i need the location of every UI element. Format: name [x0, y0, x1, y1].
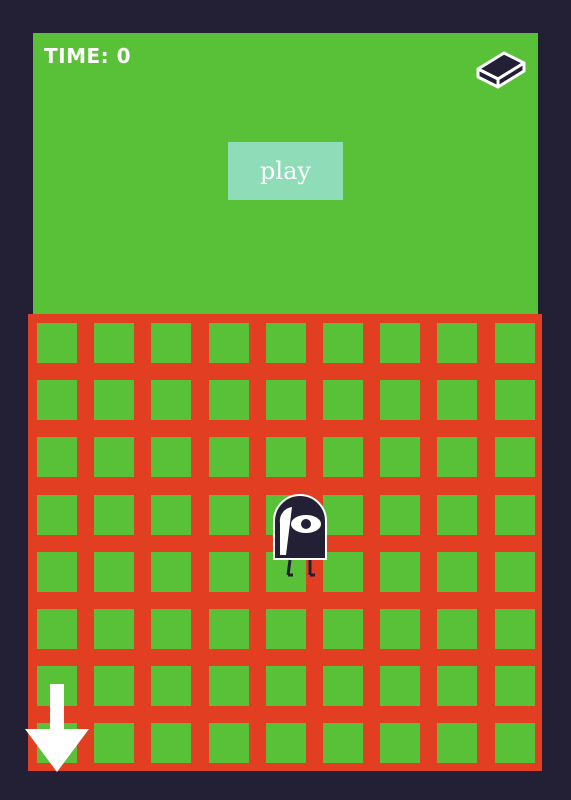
grid-cell[interactable] [265, 323, 306, 363]
grid-cell[interactable] [94, 494, 135, 535]
grid-cell[interactable] [437, 323, 478, 363]
grid-cell[interactable] [151, 494, 192, 535]
grid-cell[interactable] [37, 380, 77, 421]
grid-cell[interactable] [437, 380, 478, 421]
grid-cell[interactable] [380, 551, 421, 592]
grid-cell[interactable] [208, 723, 249, 764]
grid-cell[interactable] [94, 437, 135, 478]
play-button[interactable]: play [228, 142, 343, 200]
grid-cell[interactable] [94, 380, 135, 421]
grid-cell[interactable] [37, 437, 77, 478]
grid-cell[interactable] [37, 494, 77, 535]
grid-cell[interactable] [265, 723, 306, 764]
grid-cell[interactable] [265, 380, 306, 421]
grid-cell[interactable] [494, 723, 535, 764]
grid-cell[interactable] [437, 437, 478, 478]
grid-cell[interactable] [208, 494, 249, 535]
grid-cell[interactable] [380, 437, 421, 478]
grid-cell[interactable] [380, 723, 421, 764]
grid-cell[interactable] [265, 609, 306, 649]
grid-cell[interactable] [380, 323, 421, 363]
grid-cell[interactable] [494, 551, 535, 592]
grid-cell[interactable] [208, 437, 249, 478]
grid-cell[interactable] [437, 666, 478, 707]
grid-cell[interactable] [151, 723, 192, 764]
grid-cell[interactable] [437, 609, 478, 649]
grid-cell[interactable] [380, 494, 421, 535]
grid-cell[interactable] [323, 609, 363, 649]
eraser-icon[interactable] [474, 47, 528, 91]
grid-cell[interactable] [323, 323, 363, 363]
grid-cell[interactable] [494, 494, 535, 535]
grid-cell[interactable] [380, 609, 421, 649]
grid-cell[interactable] [151, 380, 192, 421]
grid-cell[interactable] [37, 323, 77, 363]
grid-cell[interactable] [437, 494, 478, 535]
grid-cell[interactable] [208, 551, 249, 592]
grid-cell[interactable] [323, 666, 363, 707]
grid-cell[interactable] [208, 609, 249, 649]
grid-cell[interactable] [37, 551, 77, 592]
grid-cell[interactable] [208, 666, 249, 707]
player-character [270, 493, 330, 579]
grid-cell[interactable] [94, 551, 135, 592]
grid-cell[interactable] [323, 437, 363, 478]
grid-cell[interactable] [151, 666, 192, 707]
grid-cell[interactable] [151, 437, 192, 478]
grid-cell[interactable] [94, 666, 135, 707]
grid-cell[interactable] [494, 380, 535, 421]
grid-cell[interactable] [494, 323, 535, 363]
grid-cell[interactable] [94, 723, 135, 764]
grid-cell[interactable] [437, 551, 478, 592]
grid-cell[interactable] [380, 666, 421, 707]
grid-cell[interactable] [323, 723, 363, 764]
grid-cell[interactable] [151, 609, 192, 649]
grid-cell[interactable] [208, 323, 249, 363]
down-arrow-icon[interactable] [25, 684, 89, 774]
grid-cell[interactable] [494, 609, 535, 649]
grid-cell[interactable] [323, 380, 363, 421]
grid-cell[interactable] [494, 437, 535, 478]
grid-cell[interactable] [265, 666, 306, 707]
game-frame: TIME: 0 play [0, 0, 571, 800]
grid-cell[interactable] [151, 551, 192, 592]
grid-cell[interactable] [265, 437, 306, 478]
grid-cell[interactable] [94, 609, 135, 649]
grid-cell[interactable] [437, 723, 478, 764]
top-panel: TIME: 0 play [33, 33, 538, 315]
grid-cell[interactable] [380, 380, 421, 421]
timer-label: TIME: 0 [44, 44, 132, 68]
grid-cell[interactable] [37, 609, 77, 649]
grid-cell[interactable] [151, 323, 192, 363]
grid-cell[interactable] [494, 666, 535, 707]
grid-cell[interactable] [208, 380, 249, 421]
grid-cell[interactable] [94, 323, 135, 363]
